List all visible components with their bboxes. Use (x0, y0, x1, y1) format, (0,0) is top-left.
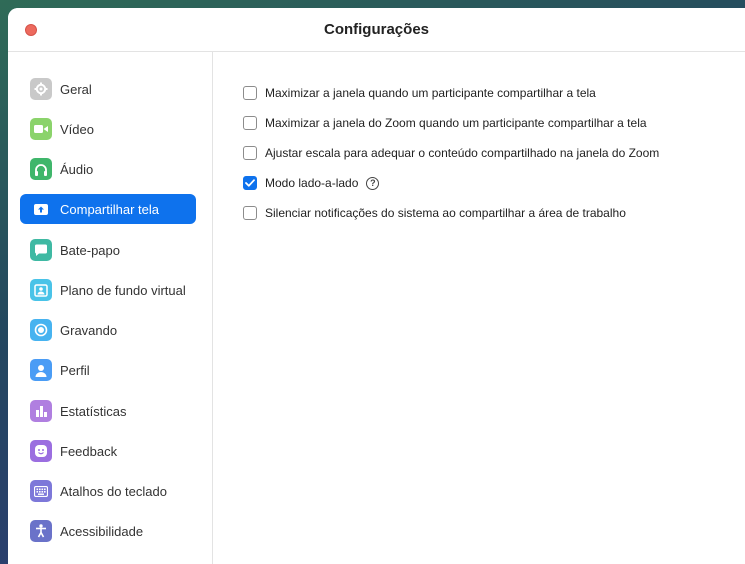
sidebar-item-label: Áudio (60, 161, 94, 177)
smiley-icon (30, 440, 52, 462)
sidebar-item-audio[interactable]: Áudio (20, 154, 196, 184)
person-icon (30, 359, 52, 381)
option-side-by-side-mode[interactable]: Modo lado-a-lado ? (243, 173, 380, 193)
sidebar-item-label: Plano de fundo virtual (60, 282, 186, 298)
checkbox[interactable] (243, 86, 257, 100)
bar-chart-icon (30, 400, 52, 422)
sidebar-item-label: Vídeo (60, 121, 94, 137)
share-screen-icon (30, 198, 52, 220)
sidebar-item-label: Atalhos do teclado (60, 483, 167, 499)
option-label: Silenciar notificações do sistema ao com… (265, 206, 626, 220)
keyboard-icon (30, 480, 52, 502)
sidebar-item-label: Geral (60, 81, 92, 97)
option-maximize-zoom-window-participant-share[interactable]: Maximizar a janela do Zoom quando um par… (243, 113, 647, 133)
option-maximize-window-participant-share[interactable]: Maximizar a janela quando um participant… (243, 83, 596, 103)
sidebar-item-plano-de-fundo-virtual[interactable]: Plano de fundo virtual (20, 275, 196, 305)
sidebar-item-label: Compartilhar tela (60, 201, 159, 217)
video-camera-icon (30, 118, 52, 140)
gear-icon (30, 78, 52, 100)
sidebar-item-label: Bate-papo (60, 242, 120, 258)
option-scale-shared-content[interactable]: Ajustar escala para adequar o conteúdo c… (243, 143, 659, 163)
sidebar-item-acessibilidade[interactable]: Acessibilidade (20, 516, 196, 546)
sidebar-item-bate-papo[interactable]: Bate-papo (20, 235, 196, 265)
sidebar-item-atalhos-do-teclado[interactable]: Atalhos do teclado (20, 476, 196, 506)
chat-bubble-icon (30, 239, 52, 261)
checkbox[interactable] (243, 206, 257, 220)
option-label: Maximizar a janela do Zoom quando um par… (265, 116, 647, 130)
checkmark-icon (245, 179, 255, 187)
option-label: Ajustar escala para adequar o conteúdo c… (265, 146, 660, 160)
sidebar-item-label: Acessibilidade (60, 523, 144, 539)
sidebar-item-compartilhar-tela[interactable]: Compartilhar tela (20, 194, 196, 224)
option-silence-system-notifications[interactable]: Silenciar notificações do sistema ao com… (243, 203, 626, 223)
settings-window: Configurações Geral Vídeo Áudio Comparti… (8, 8, 745, 564)
sidebar-item-label: Perfil (60, 362, 90, 378)
sidebar-item-label: Estatísticas (60, 403, 127, 419)
title-bar: Configurações (8, 8, 745, 52)
headphones-icon (30, 158, 52, 180)
help-icon[interactable]: ? (366, 176, 380, 190)
virtual-background-icon (30, 279, 52, 301)
sidebar-item-label: Gravando (60, 322, 118, 338)
checkbox-checked[interactable] (243, 176, 257, 190)
sidebar-item-feedback[interactable]: Feedback (20, 436, 196, 466)
share-screen-settings-panel: Maximizar a janela quando um participant… (213, 52, 745, 564)
sidebar-item-video[interactable]: Vídeo (20, 114, 196, 144)
window-title: Configurações (323, 21, 429, 38)
sidebar-item-gravando[interactable]: Gravando (20, 315, 196, 345)
option-label: Modo lado-a-lado (265, 176, 359, 190)
checkbox[interactable] (243, 116, 257, 130)
accessibility-icon (30, 520, 52, 542)
sidebar-item-perfil[interactable]: Perfil (20, 355, 196, 385)
settings-sidebar: Geral Vídeo Áudio Compartilhar tela Bate… (8, 52, 213, 564)
sidebar-item-label: Feedback (60, 443, 118, 459)
sidebar-item-geral[interactable]: Geral (20, 74, 196, 104)
checkbox[interactable] (243, 146, 257, 160)
record-icon (30, 319, 52, 341)
sidebar-item-estatisticas[interactable]: Estatísticas (20, 396, 196, 426)
option-label: Maximizar a janela quando um participant… (265, 86, 596, 100)
